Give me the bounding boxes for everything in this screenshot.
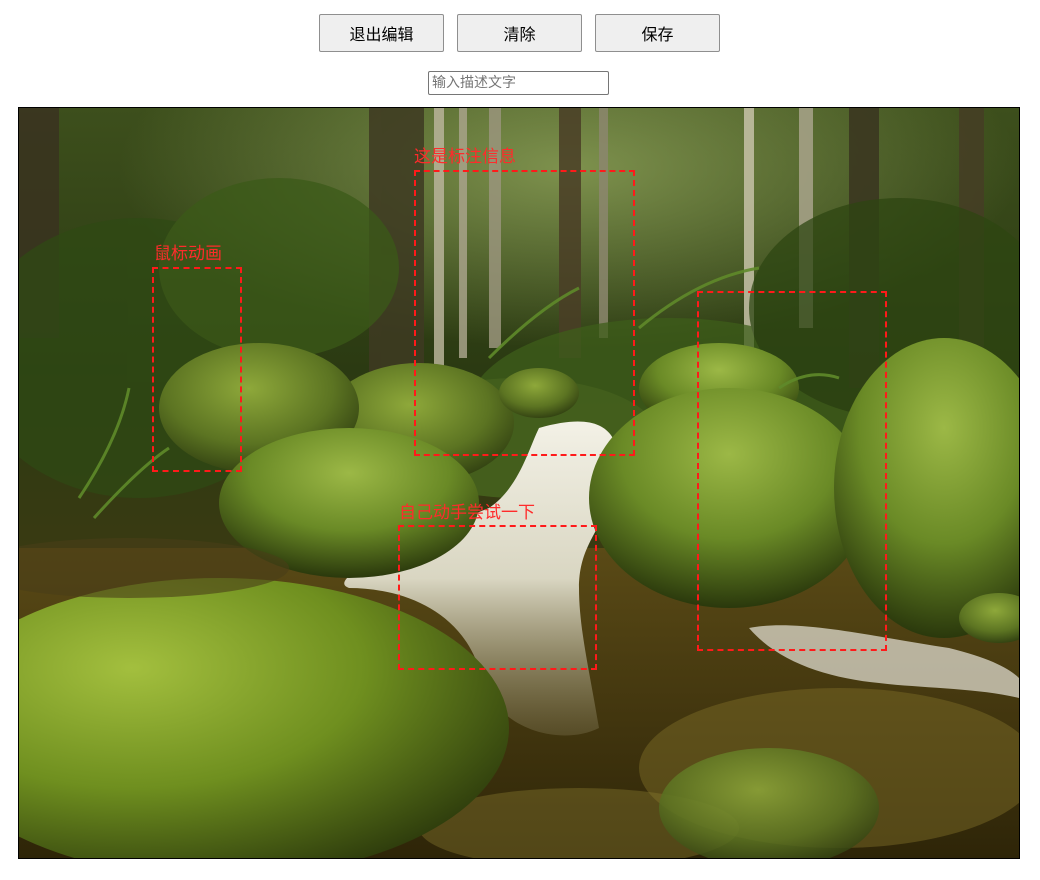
annotation-box[interactable] bbox=[398, 525, 597, 670]
save-button[interactable]: 保存 bbox=[595, 14, 720, 52]
toolbar: 退出编辑 清除 保存 bbox=[319, 14, 720, 52]
annotation-label: 自己动手尝试一下 bbox=[399, 503, 535, 523]
clear-button[interactable]: 清除 bbox=[457, 14, 582, 52]
annotation-box[interactable] bbox=[414, 170, 635, 456]
annotation-label: 这是标注信息 bbox=[414, 147, 516, 167]
annotation-canvas[interactable]: 这是标注信息 鼠标动画 自己动手尝试一下 bbox=[18, 107, 1020, 859]
annotation-box[interactable] bbox=[697, 291, 887, 651]
annotation-box[interactable] bbox=[152, 267, 242, 472]
description-input[interactable] bbox=[428, 71, 609, 95]
annotation-label: 鼠标动画 bbox=[154, 244, 222, 264]
exit-edit-button[interactable]: 退出编辑 bbox=[319, 14, 444, 52]
